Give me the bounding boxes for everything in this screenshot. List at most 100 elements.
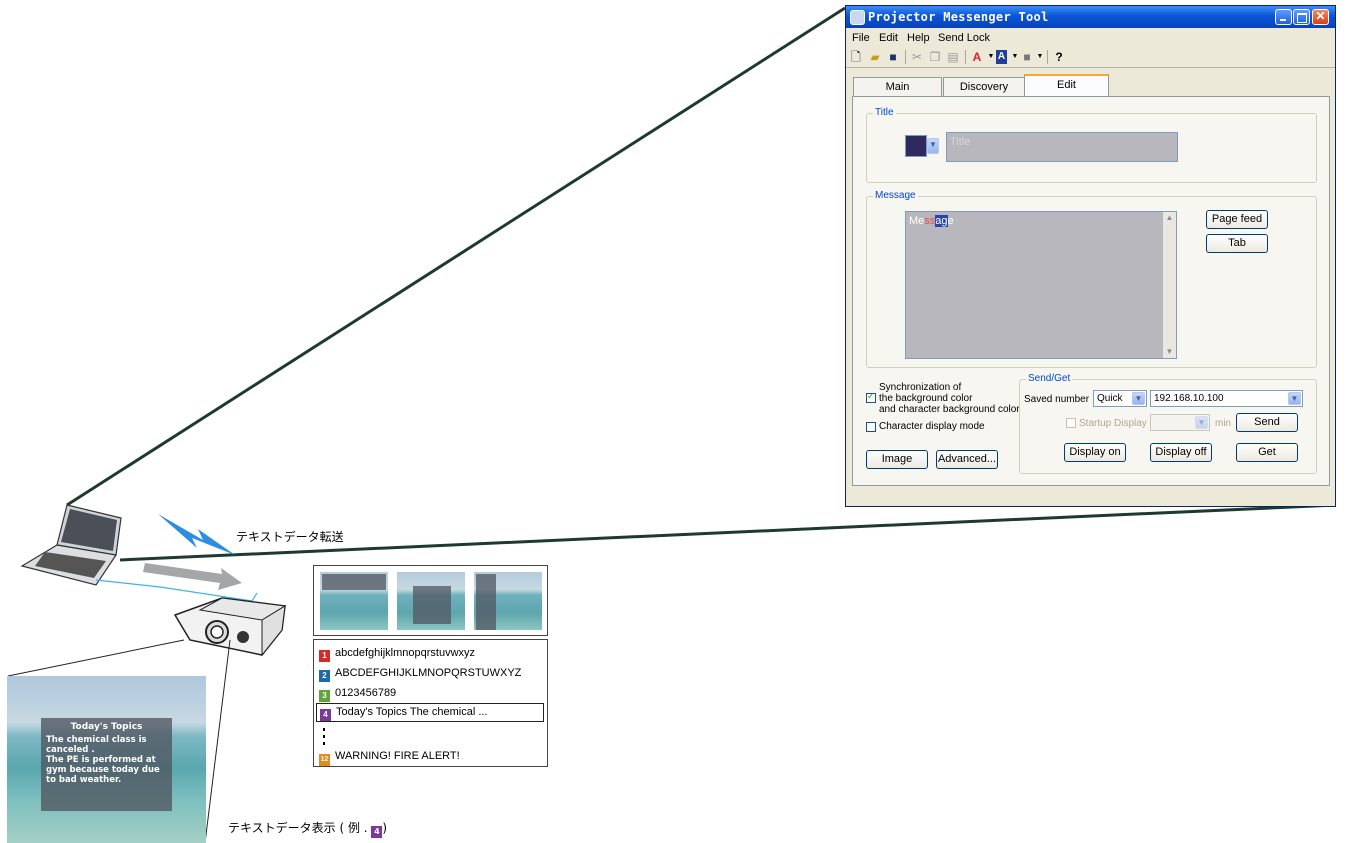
projection-line-left <box>7 639 185 677</box>
display-off-button[interactable]: Display off <box>1150 443 1212 462</box>
get-button[interactable]: Get <box>1236 443 1298 462</box>
sync-label-line: and character background color <box>879 404 1020 415</box>
topic-line: The chemical class is <box>46 735 147 745</box>
page-feed-button[interactable]: Page feed <box>1206 210 1268 229</box>
thumbnail-text-box <box>322 574 386 590</box>
title-input[interactable]: Title <box>946 132 1178 162</box>
list-item-text: abcdefghijklmnopqrstuvwxyz <box>335 647 476 659</box>
startup-minutes-select[interactable]: ▼ <box>1150 414 1210 431</box>
sync-background-checkbox[interactable] <box>866 391 876 403</box>
message-text: Message <box>909 215 954 227</box>
scroll-down-icon[interactable]: ▼ <box>1163 346 1176 358</box>
zoom-line-top <box>66 6 846 507</box>
tab-main[interactable]: Main <box>853 77 942 96</box>
toolbar: 🗋 ▰ ■ ✂ ❐ ▤ A ▼ A ▼ ■ ▼ ? <box>846 47 1335 68</box>
thumbnail-top-layout <box>320 572 388 630</box>
list-number-badge: 3 <box>319 690 330 702</box>
cut-icon[interactable]: ✂ <box>910 50 924 64</box>
sync-background-label: Synchronization of the background color … <box>879 382 1020 415</box>
list-item-text: Today's Topics The chemical ... <box>336 706 488 718</box>
ip-address-value: 192.168.10.100 <box>1154 393 1224 404</box>
edit-tab-panel: Title ▼ Title Message Message ▲ ▼ Page f… <box>852 96 1330 486</box>
list-item[interactable]: 1 abcdefghijklmnopqrstuvwxyz <box>319 645 476 662</box>
window-title: Projector Messenger Tool <box>868 10 1049 24</box>
maximize-button[interactable] <box>1293 9 1310 25</box>
paste-icon[interactable]: ▤ <box>946 50 960 64</box>
menu-send-lock[interactable]: Send Lock <box>938 32 990 44</box>
send-button[interactable]: Send <box>1236 413 1298 432</box>
display-caption-text: テキストデータ表示 ( 例 . <box>228 821 372 835</box>
topic-line: canceled . <box>46 745 95 755</box>
title-group-label: Title <box>873 107 896 118</box>
cable-line <box>95 579 258 602</box>
help-icon[interactable]: ? <box>1052 50 1066 64</box>
app-icon <box>850 10 865 25</box>
thumbnail-side-layout <box>474 572 542 630</box>
laptop-icon <box>20 504 122 586</box>
image-button[interactable]: Image <box>866 450 928 469</box>
topic-line: gym because today due <box>46 765 160 775</box>
new-file-icon[interactable]: 🗋 <box>849 50 863 64</box>
chevron-down-icon[interactable]: ▼ <box>1132 392 1145 405</box>
topic-line: to bad weather. <box>46 775 122 785</box>
message-text-selected: ag <box>935 215 948 227</box>
display-caption-end: ) <box>382 821 388 835</box>
menu-bar: File Edit Help Send Lock <box>846 29 1335 46</box>
list-item[interactable]: 3 0123456789 <box>319 685 397 702</box>
ip-address-select[interactable]: 192.168.10.100 ▼ <box>1150 390 1303 407</box>
startup-display-label: Startup Display <box>1079 418 1147 429</box>
open-folder-icon[interactable]: ▰ <box>868 50 882 64</box>
menu-edit[interactable]: Edit <box>879 32 898 44</box>
scroll-up-icon[interactable]: ▲ <box>1163 212 1176 224</box>
transfer-caption: テキストデータ転送 <box>236 530 344 544</box>
title-group: Title ▼ Title <box>866 107 1317 183</box>
saved-number-label: Saved number <box>1024 394 1090 405</box>
thumbnail-text-box <box>476 574 496 630</box>
tab-discovery[interactable]: Discovery <box>943 77 1025 96</box>
character-mode-checkbox[interactable] <box>866 422 876 432</box>
copy-icon[interactable]: ❐ <box>928 50 942 64</box>
minimize-button[interactable] <box>1275 9 1292 25</box>
projector-icon <box>173 597 287 657</box>
frame-color-icon[interactable]: ■ <box>1020 50 1034 64</box>
title-color-swatch[interactable] <box>905 135 927 157</box>
save-icon[interactable]: ■ <box>886 50 900 64</box>
chevron-down-icon[interactable]: ▼ <box>927 138 939 154</box>
list-item-text: 0123456789 <box>335 687 397 699</box>
saved-number-select[interactable]: Quick ▼ <box>1093 390 1147 407</box>
wireless-signal-icon <box>158 514 235 555</box>
vertical-scrollbar[interactable]: ▲ ▼ <box>1163 212 1176 358</box>
ellipsis-dots <box>323 728 325 748</box>
display-on-button[interactable]: Display on <box>1064 443 1126 462</box>
list-item-selected[interactable]: 4 Today's Topics The chemical ... <box>316 703 544 722</box>
projected-screen-image: Today's Topics The chemical class is can… <box>7 676 206 843</box>
topic-line: The PE is performed at <box>46 755 156 765</box>
send-get-group: Send/Get Saved number Quick ▼ 192.168.10… <box>1019 373 1317 474</box>
character-mode-label: Character display mode <box>879 421 985 432</box>
background-color-icon[interactable]: A <box>996 50 1007 64</box>
message-group: Message Message ▲ ▼ Page feed Tab <box>866 190 1317 368</box>
tab-button[interactable]: Tab <box>1206 234 1268 253</box>
tab-edit[interactable]: Edit <box>1024 74 1109 97</box>
chevron-down-icon[interactable]: ▼ <box>1195 416 1208 429</box>
chevron-down-icon[interactable]: ▼ <box>1288 392 1301 405</box>
message-text-red: ss <box>924 215 936 227</box>
font-color-icon[interactable]: A <box>970 50 984 64</box>
close-button[interactable]: ✕ <box>1312 9 1329 25</box>
menu-help[interactable]: Help <box>907 32 930 44</box>
caption-badge: 4 <box>371 826 383 838</box>
chevron-down-icon[interactable]: ▼ <box>1033 50 1047 64</box>
menu-file[interactable]: File <box>852 32 870 44</box>
display-caption: テキストデータ表示 ( 例 . 4) <box>228 819 387 838</box>
list-item[interactable]: 2 ABCDEFGHIJKLMNOPQRSTUWXYZ <box>319 665 521 682</box>
toolbar-separator <box>1047 50 1048 64</box>
list-item-text: WARNING! FIRE ALERT! <box>335 750 460 762</box>
list-number-badge: 4 <box>320 709 331 721</box>
title-bar[interactable]: Projector Messenger Tool ✕ <box>846 6 1335 28</box>
list-item[interactable]: 12 WARNING! FIRE ALERT! <box>319 748 460 766</box>
advanced-button[interactable]: Advanced... <box>936 450 998 469</box>
transfer-arrow-icon <box>143 563 242 590</box>
message-group-label: Message <box>873 190 918 201</box>
startup-display-checkbox[interactable] <box>1066 418 1076 428</box>
message-textarea[interactable]: Message ▲ ▼ <box>905 211 1177 359</box>
